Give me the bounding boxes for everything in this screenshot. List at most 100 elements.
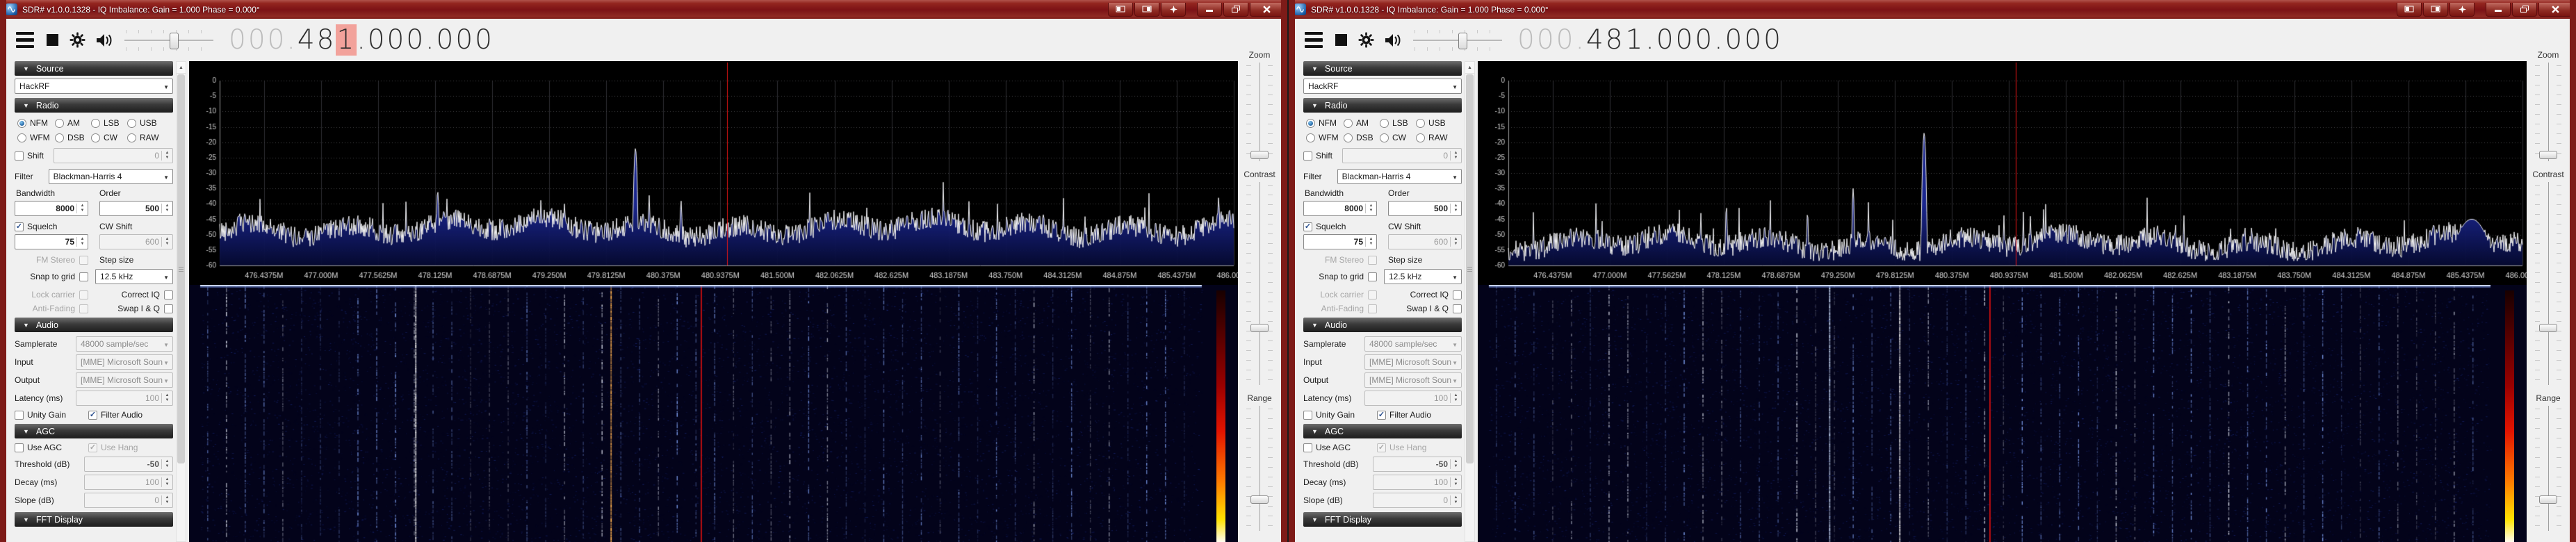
radio-button[interactable] (55, 119, 64, 128)
dock-right-button[interactable] (2423, 3, 2448, 17)
menu-button[interactable] (16, 30, 34, 50)
agc-panel-header[interactable]: ▼ AGC (15, 424, 173, 438)
radio-button[interactable] (91, 133, 100, 142)
spinner-buttons[interactable]: ▲▼ (161, 477, 172, 487)
contrast-slider-thumb[interactable] (2539, 324, 2557, 332)
range-slider[interactable] (2534, 406, 2562, 531)
frequency-digits[interactable]: 48 (1586, 24, 1625, 56)
frequency-digits[interactable]: .000.000 (357, 24, 494, 56)
agc-slope-input[interactable]: 0 ▲▼ (1373, 493, 1462, 508)
swap-iq-checkbox[interactable] (1453, 304, 1462, 313)
spinner-buttons[interactable]: ▲▼ (161, 204, 172, 213)
spinner-buttons[interactable]: ▲▼ (76, 237, 88, 247)
filter-audio-checkbox[interactable] (88, 411, 97, 420)
agc-decay-input[interactable]: 100 ▲▼ (1373, 475, 1462, 490)
frequency-digits[interactable]: .000.000 (1645, 24, 1783, 56)
close-button[interactable] (2538, 3, 2572, 17)
contrast-slider[interactable] (1246, 182, 1273, 385)
spinner-buttons[interactable]: ▲▼ (161, 459, 172, 469)
squelch-checkbox[interactable] (15, 222, 24, 231)
source-panel-header[interactable]: ▼ Source (15, 61, 173, 76)
radio-button[interactable] (1380, 133, 1389, 142)
zoom-slider[interactable] (2534, 63, 2562, 161)
spectrum-analyzer[interactable] (189, 61, 1238, 285)
mode-radio-cw[interactable]: CW (91, 133, 127, 142)
mode-radio-nfm[interactable]: NFM (17, 118, 55, 128)
fft-display-panel-header[interactable]: ▼ FFT Display (15, 512, 173, 527)
minimize-button[interactable] (1197, 3, 1222, 17)
radio-button[interactable] (1344, 133, 1353, 142)
radio-button[interactable] (1416, 119, 1425, 128)
shift-checkbox[interactable] (1303, 151, 1312, 161)
spinner-buttons[interactable]: ▲▼ (1450, 237, 1461, 247)
agc-slope-input[interactable]: 0 ▲▼ (84, 493, 173, 508)
latency-input[interactable]: 100 ▲▼ (1364, 391, 1462, 406)
radio-button[interactable] (127, 133, 136, 142)
volume-slider-thumb[interactable] (1458, 33, 1467, 49)
stop-button[interactable] (47, 34, 58, 46)
use-hang-checkbox[interactable] (88, 443, 97, 452)
shift-checkbox[interactable] (15, 151, 24, 161)
settings-button[interactable] (70, 32, 85, 48)
filter-select[interactable]: Blackman-Harris 4▼ (1337, 169, 1462, 184)
spinner-buttons[interactable]: ▲▼ (76, 204, 88, 213)
radio-panel-header[interactable]: ▼ Radio (1303, 98, 1462, 113)
source-panel-header[interactable]: ▼ Source (1303, 61, 1462, 76)
fm-stereo-checkbox[interactable] (79, 256, 88, 265)
agc-threshold-input[interactable]: -50 ▲▼ (1373, 457, 1462, 472)
mode-radio-wfm[interactable]: WFM (1306, 133, 1344, 142)
pin-button[interactable] (2449, 3, 2475, 17)
mode-radio-raw[interactable]: RAW (1416, 133, 1455, 142)
mode-radio-raw[interactable]: RAW (127, 133, 166, 142)
range-slider[interactable] (1246, 406, 1273, 531)
mode-radio-dsb[interactable]: DSB (1344, 133, 1380, 142)
order-input[interactable]: 500 ▲▼ (1388, 201, 1462, 216)
frequency-cursor-digit[interactable]: 1 (336, 24, 357, 56)
pin-button[interactable] (1161, 3, 1186, 17)
spinner-buttons[interactable]: ▲▼ (1450, 495, 1461, 505)
filter-select[interactable]: Blackman-Harris 4▼ (49, 169, 173, 184)
fft-display-panel-header[interactable]: ▼ FFT Display (1303, 512, 1462, 527)
spinner-buttons[interactable]: ▲▼ (161, 393, 172, 403)
frequency-display[interactable]: 000.481.000.000 (1517, 26, 1783, 54)
volume-slider[interactable] (1413, 28, 1502, 52)
anti-fading-checkbox[interactable] (1368, 304, 1377, 313)
stop-button[interactable] (1335, 34, 1347, 46)
waterfall-display[interactable] (189, 285, 1238, 542)
agc-decay-input[interactable]: 100 ▲▼ (84, 475, 173, 490)
zoom-slider[interactable] (1246, 63, 1273, 161)
spinner-buttons[interactable]: ▲▼ (1365, 204, 1376, 213)
mode-radio-usb[interactable]: USB (1416, 118, 1455, 128)
radio-button[interactable] (55, 133, 64, 142)
use-hang-checkbox[interactable] (1377, 443, 1386, 452)
shift-value-input[interactable]: 0 ▲▼ (54, 148, 173, 163)
mode-radio-dsb[interactable]: DSB (55, 133, 91, 142)
sidebar-scrollbar[interactable]: ▲ (1465, 61, 1475, 542)
audio-panel-header[interactable]: ▼ Audio (1303, 318, 1462, 332)
order-input[interactable]: 500 ▲▼ (99, 201, 173, 216)
radio-button[interactable] (17, 119, 26, 128)
radio-panel-header[interactable]: ▼ Radio (15, 98, 173, 113)
range-slider-thumb[interactable] (1250, 495, 1269, 504)
window-titlebar[interactable]: SDR# v1.0.0.1328 - IQ Imbalance: Gain = … (1289, 0, 2576, 19)
cw-shift-input[interactable]: 600 ▲▼ (99, 234, 173, 249)
frequency-cursor-digit[interactable]: 1 (1624, 24, 1645, 56)
spinner-buttons[interactable]: ▲▼ (1450, 393, 1461, 403)
audio-output-select[interactable]: [MME] Microsoft Soun▼ (1364, 372, 1462, 388)
contrast-slider-thumb[interactable] (1250, 324, 1269, 332)
spinner-buttons[interactable]: ▲▼ (1365, 237, 1376, 247)
audio-panel-header[interactable]: ▼ Audio (15, 318, 173, 332)
use-agc-checkbox[interactable] (1303, 443, 1312, 452)
spinner-buttons[interactable]: ▲▼ (1450, 204, 1461, 213)
contrast-slider[interactable] (2534, 182, 2562, 385)
mode-radio-lsb[interactable]: LSB (91, 118, 127, 128)
bandwidth-input[interactable]: 8000 ▲▼ (15, 201, 88, 216)
range-slider-thumb[interactable] (2539, 495, 2557, 504)
radio-button[interactable] (1306, 119, 1315, 128)
spinner-buttons[interactable]: ▲▼ (1450, 459, 1461, 469)
audio-output-select[interactable]: [MME] Microsoft Soun▼ (76, 372, 173, 388)
lock-carrier-checkbox[interactable] (79, 290, 88, 299)
volume-slider[interactable] (124, 28, 213, 52)
dock-left-button[interactable] (1108, 3, 1133, 17)
spinner-buttons[interactable]: ▲▼ (161, 237, 172, 247)
